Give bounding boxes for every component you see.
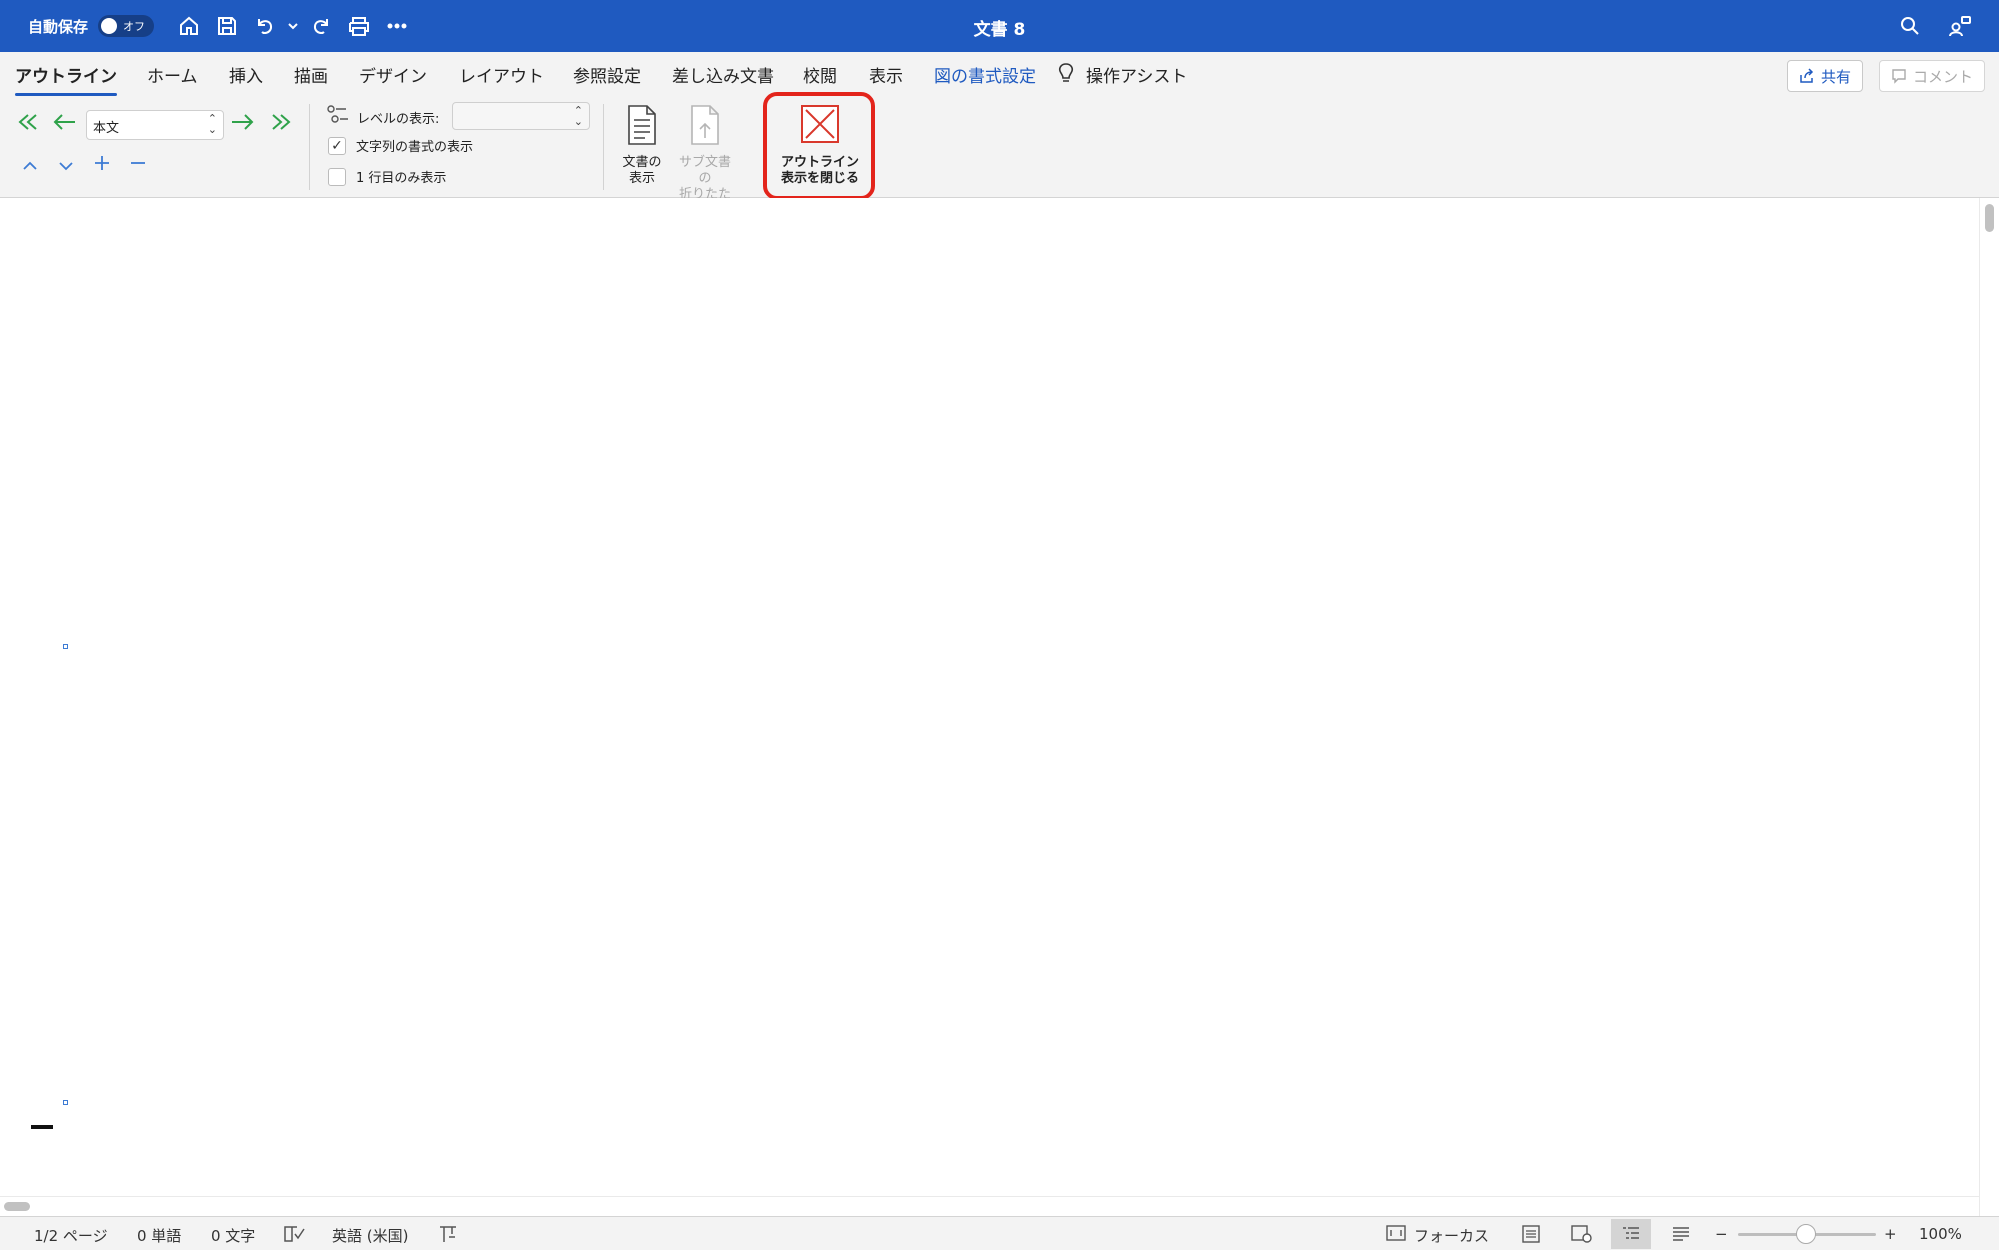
autosave-label: 自動保存 [28, 17, 89, 36]
language-status[interactable]: 英語 (米国) [332, 1225, 408, 1246]
comment-label: コメント [1912, 67, 1973, 86]
document-icon [628, 105, 656, 145]
tab-outline[interactable]: アウトライン [15, 62, 117, 96]
outline-view-button[interactable] [1611, 1219, 1651, 1249]
show-text-formatting-option[interactable]: ✓ 文字列の書式の表示 [328, 136, 473, 155]
show-document-label: 文書の 表示 [622, 155, 662, 186]
web-layout-view-button[interactable] [1561, 1219, 1601, 1249]
toggle-knob [101, 18, 118, 34]
show-text-formatting-label: 文字列の書式の表示 [356, 140, 474, 155]
search-icon[interactable] [1893, 9, 1927, 43]
print-layout-icon [1522, 1225, 1540, 1243]
autosave-state: オフ [123, 20, 146, 33]
comment-icon [1892, 69, 1906, 84]
home-icon[interactable] [172, 9, 206, 43]
redo-icon[interactable] [304, 9, 338, 43]
show-document-button[interactable]: 文書の 表示 [611, 104, 673, 187]
comment-button[interactable]: コメント [1879, 60, 1985, 92]
show-first-line-option[interactable]: 1 行目のみ表示 [328, 167, 446, 186]
horizontal-scrollbar[interactable] [0, 1196, 1979, 1216]
show-level-label: レベルの表示: [357, 112, 440, 127]
tab-insert[interactable]: 挿入 [229, 62, 263, 87]
undo-dropdown-icon[interactable] [286, 9, 300, 43]
move-down-icon[interactable] [58, 156, 74, 176]
stepper-icon: ⌃ ⌄ [573, 104, 583, 128]
proofing-icon[interactable] [283, 1224, 305, 1248]
page-count[interactable]: 1/2 ページ [34, 1225, 108, 1246]
ribbon-tab-bar: アウトライン ホーム 挿入 描画 デザイン レイアウト 参照設定 差し込み文書 … [0, 52, 1999, 96]
status-bar: 1/2 ページ 0 単語 0 文字 英語 (米国) フォーカス − + 100% [0, 1216, 1999, 1250]
web-layout-icon [1571, 1225, 1592, 1243]
zoom-level[interactable]: 100% [1919, 1225, 1962, 1243]
outline-ribbon: 本文 ⌃ ⌄ レベルの表示: ⌃ ⌄ ✓ 文字列の書式の表示 1 行目のみ表示 文書… [0, 92, 1999, 218]
print-layout-view-button[interactable] [1511, 1219, 1551, 1249]
char-count[interactable]: 0 文字 [211, 1225, 255, 1246]
tab-home[interactable]: ホーム [147, 62, 198, 87]
tell-me-assist[interactable]: 操作アシスト [1086, 62, 1187, 87]
zoom-slider-handle[interactable] [1796, 1224, 1816, 1244]
promote-icon[interactable] [52, 112, 78, 136]
titlebar-right-icons [1881, 9, 1981, 43]
tab-picture-format[interactable]: 図の書式設定 [934, 62, 1036, 87]
close-outline-icon [801, 105, 839, 143]
outline-level-select[interactable]: 本文 ⌃ ⌄ [86, 110, 224, 140]
outline-level-value: 本文 [93, 121, 120, 136]
demote-to-body-icon[interactable] [265, 112, 293, 136]
scroll-thumb[interactable] [4, 1202, 30, 1211]
draft-view-icon [1673, 1227, 1689, 1241]
subdocument-icon [691, 105, 719, 145]
end-of-document-marker [31, 1125, 53, 1129]
account-icon[interactable] [1943, 9, 1977, 43]
outline-paragraph-marker[interactable] [63, 644, 68, 649]
show-level-select[interactable]: ⌃ ⌄ [452, 102, 590, 130]
tab-mailings[interactable]: 差し込み文書 [672, 62, 774, 87]
show-first-line-label: 1 行目のみ表示 [356, 171, 447, 186]
draft-view-button[interactable] [1661, 1219, 1701, 1249]
word-count[interactable]: 0 単語 [137, 1225, 181, 1246]
ribbon-separator [603, 104, 604, 190]
zoom-in-button[interactable]: + [1884, 1225, 1897, 1243]
lightbulb-icon [1057, 62, 1075, 88]
vertical-scrollbar[interactable] [1979, 198, 1999, 1216]
accessibility-icon[interactable] [437, 1224, 459, 1248]
close-outline-view-button[interactable]: アウトライン 表示を閉じる [777, 104, 863, 187]
save-icon[interactable] [210, 9, 244, 43]
quick-access-toolbar: 自動保存 オフ [28, 0, 418, 52]
more-icon[interactable] [380, 9, 414, 43]
share-icon [1800, 68, 1814, 83]
share-button[interactable]: 共有 [1787, 60, 1863, 92]
collapse-icon[interactable] [129, 154, 147, 175]
focus-label[interactable]: フォーカス [1414, 1225, 1489, 1246]
scroll-thumb[interactable] [1985, 204, 1994, 232]
show-level-icon [326, 104, 350, 130]
promote-to-heading1-icon[interactable] [16, 112, 42, 136]
close-outline-view-highlight: アウトライン 表示を閉じる [763, 92, 875, 200]
tab-design[interactable]: デザイン [359, 62, 427, 87]
show-first-line-checkbox[interactable] [328, 167, 346, 186]
tab-view[interactable]: 表示 [869, 62, 903, 87]
move-up-icon[interactable] [22, 156, 38, 176]
outline-paragraph-marker[interactable] [63, 1100, 68, 1105]
tab-review[interactable]: 校閲 [803, 62, 837, 87]
tab-layout[interactable]: レイアウト [459, 62, 544, 87]
focus-icon[interactable] [1385, 1224, 1407, 1246]
print-icon[interactable] [342, 9, 376, 43]
close-outline-view-label: アウトライン 表示を閉じる [780, 155, 859, 186]
document-canvas[interactable] [0, 198, 1979, 1196]
zoom-out-button[interactable]: − [1715, 1225, 1728, 1243]
undo-icon[interactable] [248, 9, 282, 43]
ribbon-separator [309, 104, 310, 190]
stepper-icon: ⌃ ⌄ [207, 112, 217, 136]
demote-icon[interactable] [229, 112, 255, 136]
expand-icon[interactable] [93, 154, 111, 175]
tab-draw[interactable]: 描画 [294, 62, 328, 87]
show-text-formatting-checkbox[interactable]: ✓ [328, 136, 346, 155]
outline-view-icon [1623, 1227, 1639, 1239]
share-label: 共有 [1820, 67, 1851, 86]
tab-references[interactable]: 参照設定 [573, 62, 641, 87]
autosave-toggle[interactable]: オフ [98, 15, 155, 37]
title-bar: 自動保存 オフ 文書 8 [0, 0, 1999, 52]
